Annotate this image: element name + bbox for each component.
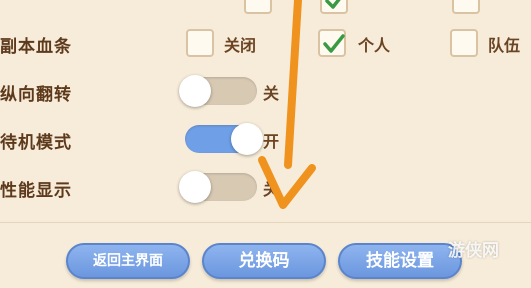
standby-mode-state: 开 — [263, 132, 280, 151]
checkmark-icon — [323, 34, 345, 53]
performance-display-label: 性能显示 — [0, 181, 72, 201]
performance-display-state: 关 — [263, 180, 280, 199]
divider — [0, 222, 531, 223]
toggle-knob — [179, 171, 211, 203]
health-bar-personal-checkbox[interactable] — [318, 29, 346, 57]
vertical-flip-state: 关 — [263, 84, 280, 103]
top-row-checkbox-1[interactable] — [244, 0, 272, 14]
vertical-flip-toggle[interactable] — [179, 75, 257, 107]
health-bar-personal-label: 个人 — [358, 36, 391, 55]
top-row-checkbox-2[interactable] — [320, 0, 348, 14]
dungeon-health-bar-label: 副本血条 — [0, 37, 72, 57]
top-row-checkbox-3[interactable] — [452, 0, 480, 14]
redeem-code-button[interactable]: 兑换码 — [202, 243, 326, 279]
skill-settings-button[interactable]: 技能设置 — [338, 243, 462, 279]
standby-mode-label: 待机模式 — [0, 133, 72, 153]
toggle-knob — [231, 123, 263, 155]
vertical-flip-label: 纵向翻转 — [0, 85, 72, 105]
health-bar-team-label: 队伍 — [488, 36, 521, 55]
standby-mode-toggle[interactable] — [185, 123, 263, 155]
watermark-logo: 游侠网 — [448, 241, 499, 261]
health-bar-off-label: 关闭 — [224, 36, 257, 55]
settings-panel: 副本血条 关闭 个人 队伍 纵向翻转 关 待机模式 开 性能显示 关 返回主界面… — [0, 0, 531, 288]
checkmark-icon — [325, 0, 341, 9]
performance-display-toggle[interactable] — [179, 171, 257, 203]
toggle-knob — [179, 75, 211, 107]
return-main-button[interactable]: 返回主界面 — [66, 243, 190, 279]
health-bar-off-checkbox[interactable] — [186, 29, 214, 57]
health-bar-team-checkbox[interactable] — [450, 29, 478, 57]
